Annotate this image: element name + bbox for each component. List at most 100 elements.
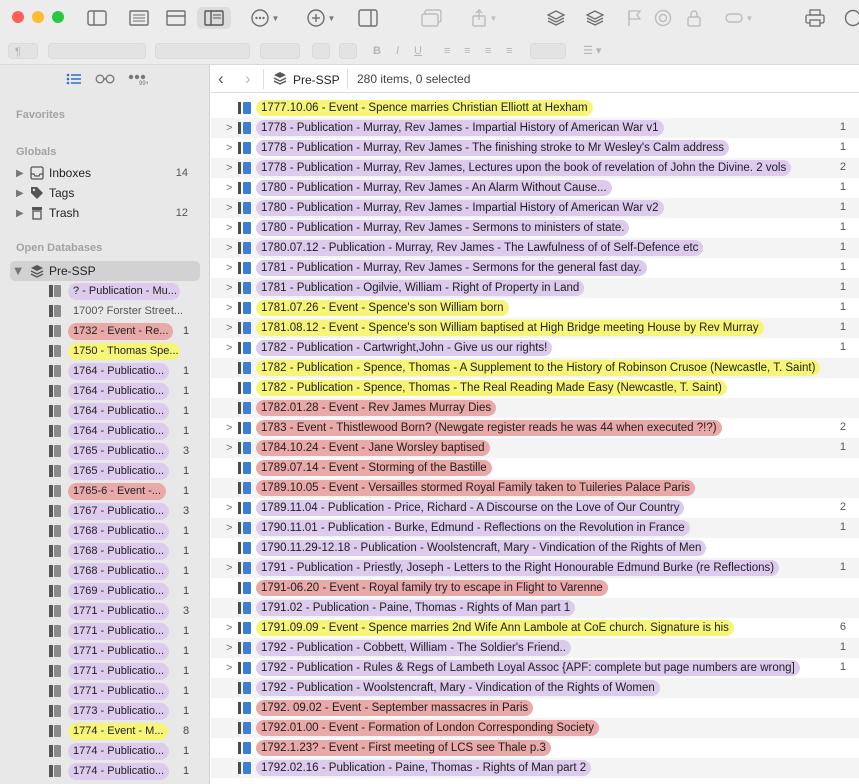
table-row[interactable]: 1777.10.06 - Event - Spence marries Chri… xyxy=(211,98,859,118)
table-row[interactable]: >1778 - Publication - Murray, Rev James,… xyxy=(211,158,859,178)
inspector-icon[interactable] xyxy=(357,7,379,29)
disclosure-icon[interactable]: > xyxy=(226,522,232,534)
sidebar-document-item[interactable]: 1764 - Publicatio... 1 xyxy=(0,381,209,401)
font-style-select[interactable] xyxy=(155,43,250,59)
table-row[interactable]: >1790.11.01 - Publication - Burke, Edmun… xyxy=(211,518,859,538)
bold-button[interactable]: B xyxy=(373,43,381,59)
layers-icon[interactable] xyxy=(584,7,606,29)
table-row[interactable]: >1789.11.04 - Publication - Price, Richa… xyxy=(211,498,859,518)
disclosure-icon[interactable]: ▶ xyxy=(12,267,23,275)
reading-glasses-tab-icon[interactable] xyxy=(94,70,116,88)
table-row[interactable]: >1782 - Publication - Cartwright,John - … xyxy=(211,338,859,358)
italic-button[interactable]: I xyxy=(396,43,399,59)
table-row[interactable]: 1782 - Publication - Spence, Thomas - A … xyxy=(211,358,859,378)
close-window-button[interactable] xyxy=(12,11,24,23)
list-style-icon[interactable]: ☰ ▾ xyxy=(583,43,601,59)
sidebar-document-item[interactable]: 1767 - Publicatio... 3 xyxy=(0,501,209,521)
table-row[interactable]: >1778 - Publication - Murray, Rev James … xyxy=(211,118,859,138)
table-row[interactable]: >1781.07.26 - Event - Spence's son Willi… xyxy=(211,298,859,318)
sidebar-document-item[interactable]: 1771 - Publicatio... 1 xyxy=(0,641,209,661)
disclosure-icon[interactable]: > xyxy=(226,262,232,274)
table-row[interactable]: 1792.1.23? - Event - First meeting of LC… xyxy=(211,738,859,758)
disclosure-icon[interactable]: ▶ xyxy=(16,208,24,219)
disclosure-icon[interactable]: > xyxy=(226,122,232,134)
split-view-icon[interactable] xyxy=(165,7,187,29)
minimize-window-button[interactable] xyxy=(32,11,44,23)
column-view-icon[interactable] xyxy=(197,7,231,29)
sidebar-document-item[interactable]: 1768 - Publicatio... 1 xyxy=(0,561,209,581)
sidebar-document-item[interactable]: ? - Publication - Mu... xyxy=(0,281,209,301)
table-row[interactable]: 1782.01.28 - Event - Rev James Murray Di… xyxy=(211,398,859,418)
sidebar-document-item[interactable]: 1700? Forster Street... xyxy=(0,301,209,321)
duplicate-icon[interactable] xyxy=(421,7,443,29)
sidebar-document-item[interactable]: 1764 - Publicatio... 1 xyxy=(0,401,209,421)
underline-button[interactable]: U xyxy=(414,43,422,59)
disclosure-icon[interactable]: > xyxy=(226,202,232,214)
sidebar-toggle-icon[interactable] xyxy=(86,7,108,29)
outline-tab-icon[interactable] xyxy=(64,70,84,88)
back-icon[interactable]: ‹ xyxy=(218,69,224,89)
sidebar-document-item[interactable]: 1765-6 - Event -... 1 xyxy=(0,481,209,501)
table-row[interactable]: >1778 - Publication - Murray, Rev James … xyxy=(211,138,859,158)
disclosure-icon[interactable]: > xyxy=(226,322,232,334)
toggle-icon[interactable]: ▼ xyxy=(724,7,754,29)
disclosure-icon[interactable]: > xyxy=(226,442,232,454)
disclosure-icon[interactable]: > xyxy=(226,302,232,314)
table-row[interactable]: >1780 - Publication - Murray, Rev James … xyxy=(211,218,859,238)
table-row[interactable]: 1791-06.20 - Event - Royal family try to… xyxy=(211,578,859,598)
search-icon[interactable] xyxy=(844,7,859,29)
disclosure-icon[interactable]: ▶ xyxy=(16,188,24,199)
paragraph-style-select[interactable]: ¶ xyxy=(8,43,38,59)
disclosure-icon[interactable]: > xyxy=(226,282,232,294)
table-row[interactable]: >1780 - Publication - Murray, Rev James … xyxy=(211,178,859,198)
align-right-icon[interactable]: ≡ xyxy=(485,43,491,59)
table-row[interactable]: >1780.07.12 - Publication - Murray, Rev … xyxy=(211,238,859,258)
font-family-select[interactable] xyxy=(48,43,146,59)
disclosure-icon[interactable]: > xyxy=(226,342,232,354)
align-left-icon[interactable]: ≡ xyxy=(444,43,450,59)
flag-icon[interactable] xyxy=(624,7,644,29)
sidebar-database-pre-ssp[interactable]: ▶ Pre-SSP xyxy=(0,261,209,281)
table-row[interactable]: 1792.02.16 - Publication - Paine, Thomas… xyxy=(211,758,859,778)
sidebar-document-item[interactable]: 1771 - Publicatio... 1 xyxy=(0,681,209,701)
add-icon[interactable]: ▼ xyxy=(304,7,338,29)
sidebar-document-item[interactable]: 1768 - Publicatio... 1 xyxy=(0,541,209,561)
lock-icon[interactable] xyxy=(684,7,704,29)
table-row[interactable]: >1781 - Publication - Ogilvie, William -… xyxy=(211,278,859,298)
disclosure-icon[interactable]: > xyxy=(226,222,232,234)
sidebar-item-trash[interactable]: ▶ Trash 12 xyxy=(0,203,209,223)
disclosure-icon[interactable]: > xyxy=(226,622,232,634)
sidebar-document-item[interactable]: 1771 - Publicatio... 1 xyxy=(0,661,209,681)
table-row[interactable]: >1780 - Publication - Murray, Rev James … xyxy=(211,198,859,218)
table-row[interactable]: >1791.09.09 - Event - Spence marries 2nd… xyxy=(211,618,859,638)
table-row[interactable]: 1792 - Publication - Woolstencraft, Mary… xyxy=(211,678,859,698)
disclosure-icon[interactable]: ▶ xyxy=(16,168,24,179)
table-row[interactable]: >1784.10.24 - Event - Jane Worsley bapti… xyxy=(211,438,859,458)
sidebar-document-item[interactable]: 1774 - Publicatio... 1 xyxy=(0,741,209,761)
sidebar-document-item[interactable]: 1765 - Publicatio... 1 xyxy=(0,461,209,481)
sidebar-document-item[interactable]: 1768 - Publicatio... 1 xyxy=(0,521,209,541)
disclosure-icon[interactable]: > xyxy=(226,662,232,674)
disclosure-icon[interactable]: > xyxy=(226,182,232,194)
zoom-window-button[interactable] xyxy=(52,11,64,23)
disclosure-icon[interactable]: > xyxy=(226,162,232,174)
stack-icon[interactable] xyxy=(545,7,567,29)
table-row[interactable]: >1781.08.12 - Event - Spence's son Willi… xyxy=(211,318,859,338)
sidebar-document-item[interactable]: 1769 - Publicatio... 1 xyxy=(0,581,209,601)
sidebar-item-inboxes[interactable]: ▶ Inboxes 14 xyxy=(0,163,209,183)
disclosure-icon[interactable]: > xyxy=(226,502,232,514)
sidebar-document-item[interactable]: 1771 - Publicatio... 1 xyxy=(0,621,209,641)
sidebar-document-item[interactable]: 1764 - Publicatio... 1 xyxy=(0,421,209,441)
table-row[interactable]: 1792. 09.02 - Event - September massacre… xyxy=(211,698,859,718)
sidebar-document-item[interactable]: 1732 - Event - Re... 1 xyxy=(0,321,209,341)
line-spacing-select[interactable] xyxy=(530,43,566,59)
mark-icon[interactable] xyxy=(653,7,673,29)
sidebar-document-item[interactable]: 1774 - Event - M... 8 xyxy=(0,721,209,741)
justify-icon[interactable]: ≡ xyxy=(506,43,512,59)
table-row[interactable]: >1791 - Publication - Priestly, Joseph -… xyxy=(211,558,859,578)
table-row[interactable]: >1792 - Publication - Cobbett, William -… xyxy=(211,638,859,658)
sidebar-document-item[interactable]: 1774 - Publicatio... 1 xyxy=(0,761,209,781)
table-row[interactable]: 1790.11.29-12.18 - Publication - Woolste… xyxy=(211,538,859,558)
disclosure-icon[interactable]: > xyxy=(226,562,232,574)
table-row[interactable]: 1789.07.14 - Event - Storming of the Bas… xyxy=(211,458,859,478)
